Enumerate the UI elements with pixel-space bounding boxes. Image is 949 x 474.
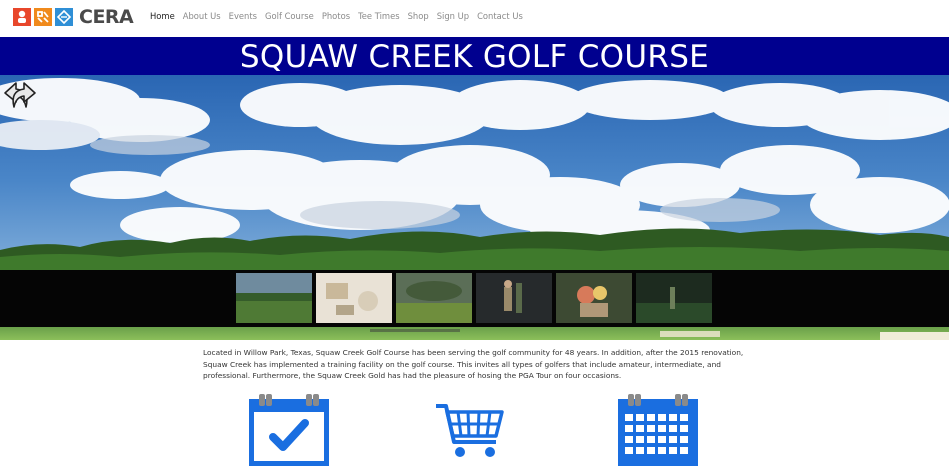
thumbnail-strip	[0, 270, 949, 327]
nav-item-shop[interactable]: Shop	[408, 11, 429, 21]
hero-slider	[0, 75, 949, 340]
slide-thumbnail-4[interactable]	[476, 273, 552, 323]
logo-diamond-icon	[55, 8, 73, 26]
slide-thumbnail-5[interactable]	[556, 273, 632, 323]
intro-paragraph: Located in Willow Park, Texas, Squaw Cre…	[203, 348, 744, 381]
hero-fairway	[0, 327, 949, 340]
nav-item-events[interactable]: Events	[229, 11, 257, 21]
slide-thumbnail-2[interactable]	[316, 273, 392, 323]
nav-item-golf-course[interactable]: Golf Course	[265, 11, 314, 21]
calendar-check-icon[interactable]	[249, 394, 329, 466]
page-title: SQUAW CREEK GOLF COURSE	[239, 39, 710, 75]
nav-item-contact-us[interactable]: Contact Us	[477, 11, 523, 21]
nav-item-about-us[interactable]: About Us	[183, 11, 221, 21]
logo-person-icon	[13, 8, 31, 26]
slide-thumbnail-3[interactable]	[396, 273, 472, 323]
slide-thumbnail-6[interactable]	[636, 273, 712, 323]
logo-grid-icon	[34, 8, 52, 26]
nav-menu: Home About Us Events Golf Course Photos …	[150, 11, 531, 21]
nav-item-home[interactable]: Home	[150, 11, 175, 21]
slide-thumbnail-1[interactable]	[236, 273, 312, 323]
top-navbar: CERA Home About Us Events Golf Course Ph…	[0, 0, 949, 37]
brand-name: CERA	[79, 6, 134, 28]
nav-item-tee-times[interactable]: Tee Times	[358, 11, 400, 21]
calendar-icon[interactable]	[618, 394, 698, 466]
nav-item-sign-up[interactable]: Sign Up	[437, 11, 469, 21]
shopping-cart-icon[interactable]	[434, 402, 506, 462]
next-slide-arrow-icon[interactable]	[0, 75, 40, 115]
page-title-banner: SQUAW CREEK GOLF COURSE	[0, 37, 949, 75]
site-logo[interactable]: CERA	[13, 6, 134, 28]
nav-item-photos[interactable]: Photos	[322, 11, 350, 21]
